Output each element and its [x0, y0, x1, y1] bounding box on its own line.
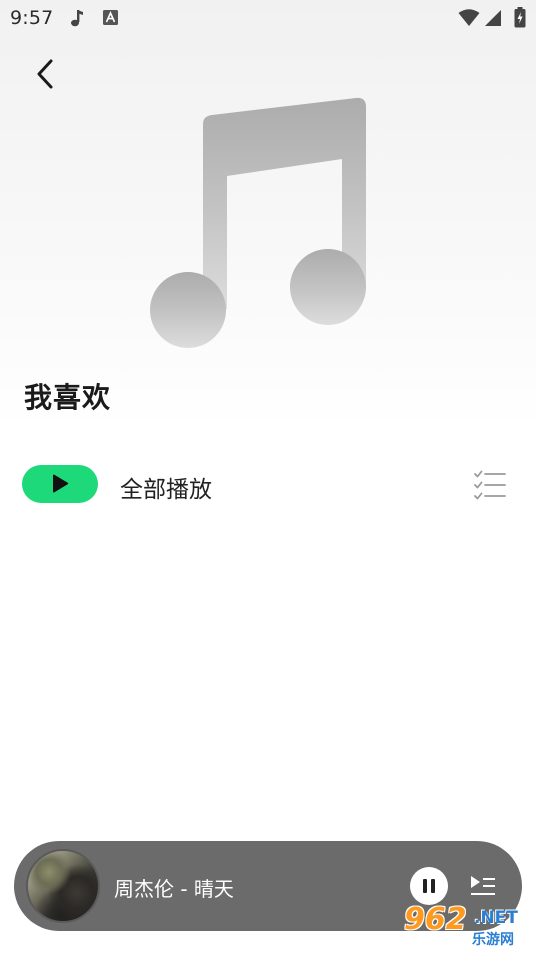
play-icon — [53, 474, 69, 493]
status-time: 9:57 — [10, 7, 54, 29]
cell-signal-icon — [484, 9, 502, 31]
watermark-number: 962 — [404, 902, 467, 937]
playlist-queue-button[interactable] — [468, 871, 498, 901]
site-watermark: 962 .NET 乐游网 — [396, 902, 530, 950]
chevron-left-icon — [37, 59, 53, 89]
wifi-icon — [458, 9, 480, 31]
play-all-button[interactable] — [22, 465, 98, 503]
battery-charging-icon — [514, 7, 526, 32]
multi-select-button[interactable] — [472, 468, 508, 502]
back-button[interactable] — [28, 56, 64, 92]
a-box-icon — [103, 10, 118, 29]
playlist-page: 9:57 我喜欢 全部播放 周杰伦 - 晴天 962 .NET 乐游网 — [0, 0, 536, 954]
music-note-icon — [70, 9, 84, 31]
now-playing-title[interactable]: 周杰伦 - 晴天 — [114, 873, 234, 902]
watermark-site-name: 乐游网 — [472, 932, 514, 948]
playlist-cover-icon — [148, 94, 370, 354]
play-all-label[interactable]: 全部播放 — [120, 470, 212, 504]
album-art[interactable] — [26, 849, 100, 923]
checklist-icon — [474, 470, 506, 500]
status-bar: 9:57 — [0, 0, 536, 36]
playlist-queue-icon — [471, 876, 495, 895]
watermark-suffix: .NET — [474, 908, 518, 928]
pause-button[interactable] — [410, 867, 448, 905]
playlist-title: 我喜欢 — [24, 381, 112, 414]
